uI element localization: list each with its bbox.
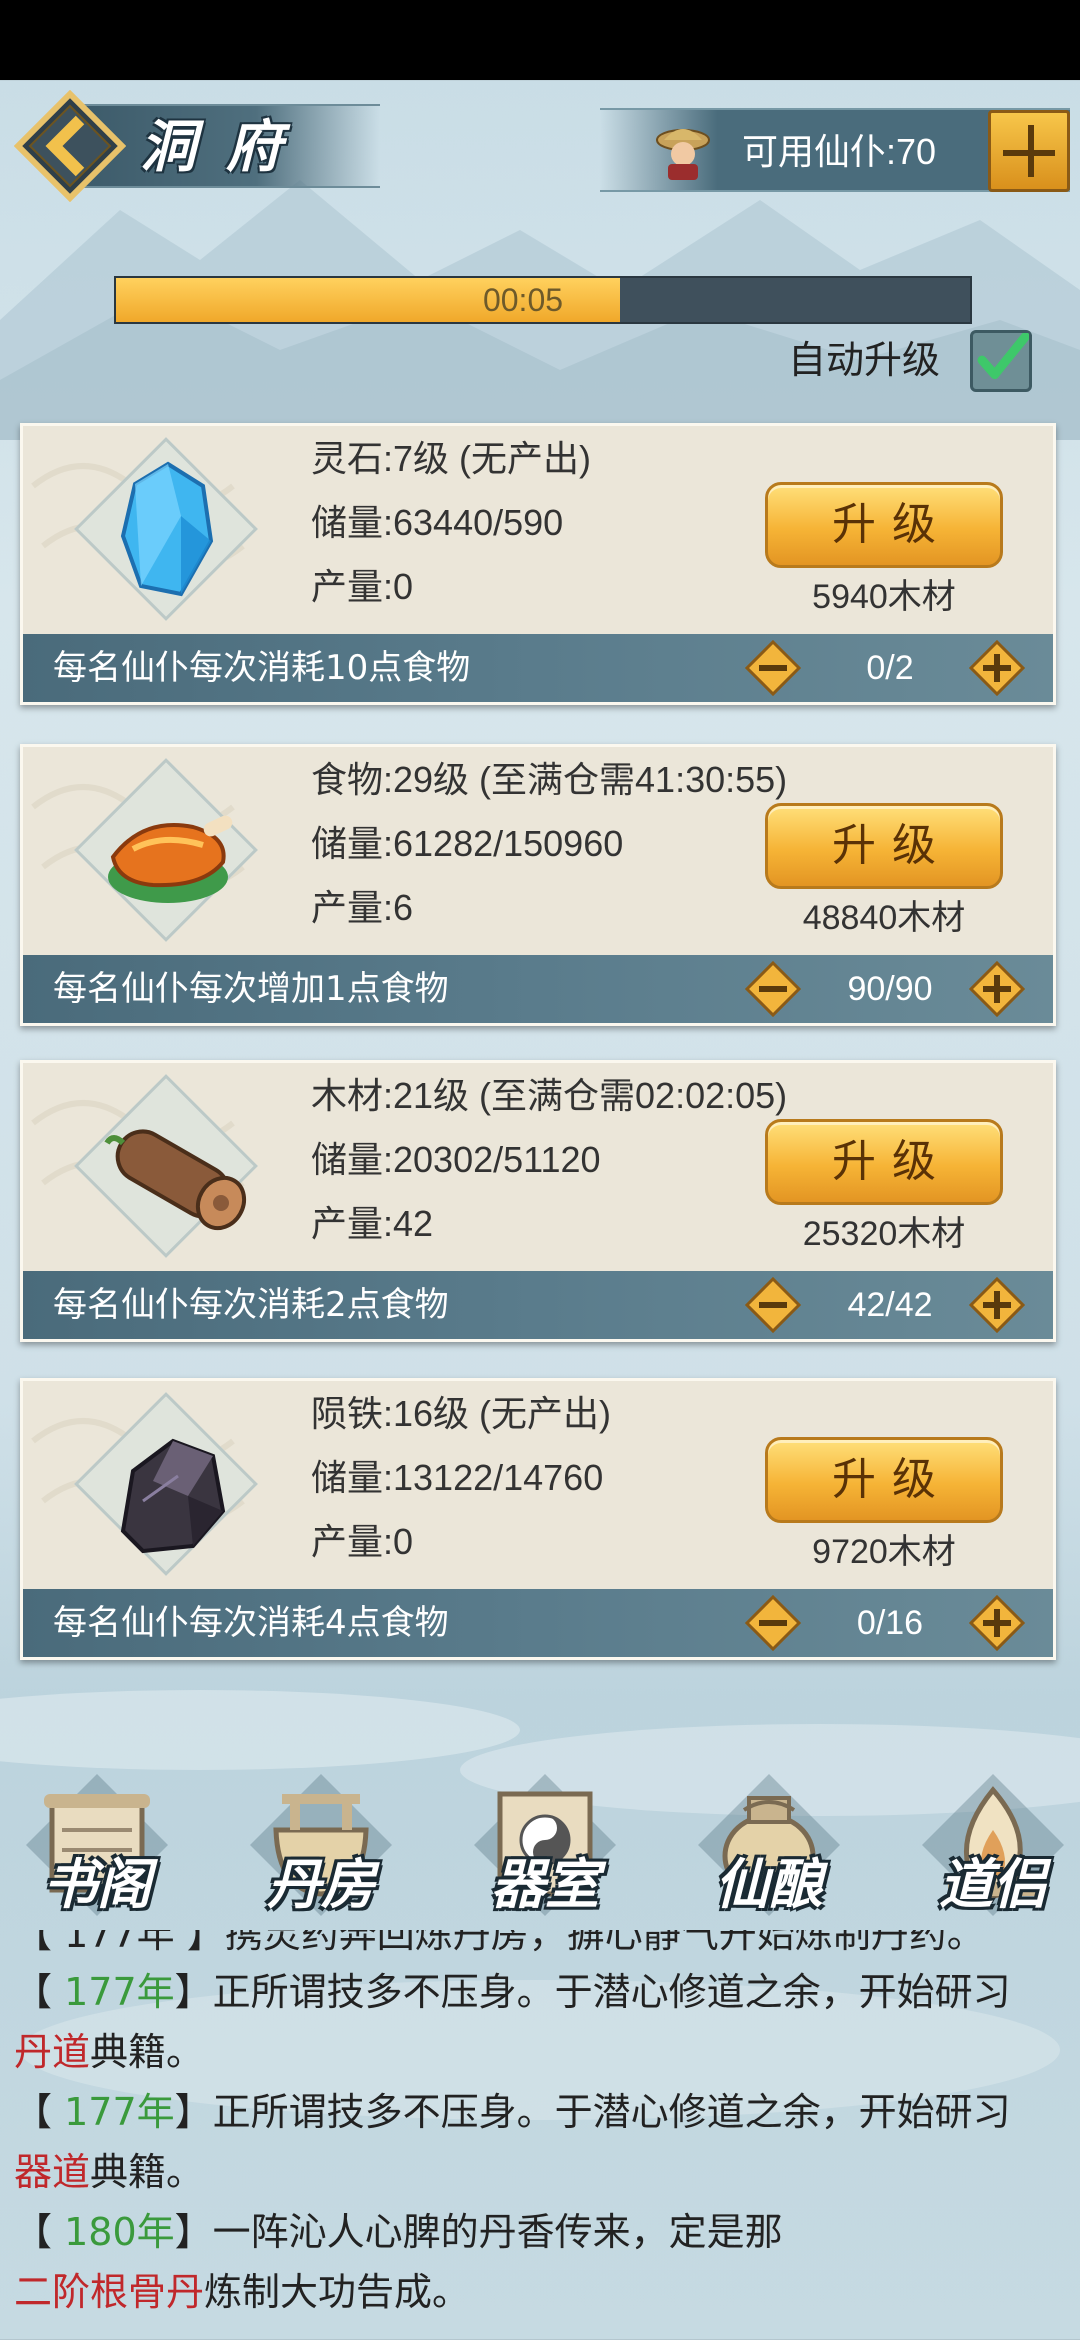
- log-entry-cont: 丹道典籍。: [14, 2022, 1011, 2082]
- page-title: 洞府: [140, 114, 312, 180]
- resource-storage: 储量:13122/14760: [311, 1457, 604, 1498]
- resource-storage: 储量:63440/590: [311, 502, 564, 543]
- progress-time: 00:05: [482, 282, 564, 318]
- servant-assign-count: 42/42: [847, 1286, 933, 1324]
- log-text-end: 典籍。: [90, 2030, 205, 2074]
- resource-output: 产量:6: [311, 887, 414, 928]
- consumption-text: 每名仙仆每次消耗2点食物: [53, 1285, 449, 1325]
- log-highlight: 二阶根骨丹: [14, 2270, 205, 2314]
- minus-button[interactable]: [745, 640, 801, 696]
- nav-label: 丹房: [267, 1852, 375, 1916]
- resource-level: 木材:21级 (至满仓需02:02:05): [311, 1075, 788, 1116]
- resource-output: 产量:0: [311, 1521, 414, 1562]
- upgrade-button[interactable]: 升级: [765, 803, 1003, 889]
- log-text-end: 典籍。: [90, 2150, 205, 2194]
- plus-button[interactable]: [969, 640, 1025, 696]
- nav-label: 器室: [491, 1852, 599, 1916]
- resource-card: 陨铁:16级 (无产出) 储量:13122/14760 产量:0 升级 9720…: [20, 1378, 1056, 1660]
- plus-button[interactable]: [969, 961, 1025, 1017]
- nav-label: 仙酿: [715, 1852, 823, 1916]
- resource-output: 产量:42: [311, 1203, 434, 1244]
- resource-card: 灵石:7级 (无产出) 储量:63440/590 产量:0 升级 5940木材 …: [20, 423, 1056, 705]
- resource-storage: 储量:61282/150960: [311, 823, 624, 864]
- log-highlight: 丹道: [14, 2030, 91, 2074]
- add-servant-button[interactable]: [988, 110, 1070, 192]
- checkmark-icon: [977, 332, 1030, 380]
- plus-button[interactable]: [969, 1595, 1025, 1651]
- log-text: 】一阵沁人心脾的丹香传来，定是那: [174, 2210, 783, 2254]
- servant-assign-count: 0/16: [856, 1604, 924, 1642]
- card-footer: 每名仙仆每次消耗10点食物 0/2: [23, 634, 1053, 702]
- auto-upgrade-label: 自动升级: [788, 338, 941, 382]
- event-log: 【 177年 】携灵药奔回炼丹房，摒心静气开始炼制丹药。 【 177年】正所谓技…: [14, 1930, 1070, 2340]
- spirit-stone-icon: [120, 461, 214, 597]
- log-text-end: 炼制大功告成。: [204, 2270, 471, 2314]
- plus-button[interactable]: [969, 1277, 1025, 1333]
- log-line-cut: 【 177年 】携灵药奔回炼丹房，摒心静气开始炼制丹药。: [14, 1930, 985, 1956]
- consumption-text: 每名仙仆每次增加1点食物: [53, 969, 449, 1009]
- upgrade-button[interactable]: 升级: [765, 1437, 1003, 1523]
- servant-avatar-icon: [656, 129, 710, 180]
- log-entry: 【 177年】正所谓技多不压身。于潜心修道之余，开始研习: [14, 1970, 1011, 2014]
- log-entry: 【 177年】正所谓技多不压身。于潜心修道之余，开始研习: [14, 2090, 1011, 2134]
- upgrade-progress-bar: 00:05: [114, 276, 972, 324]
- upgrade-cost: 5940木材: [812, 578, 956, 616]
- log-year: 180年: [64, 2210, 175, 2254]
- log-entry-cont: 二阶根骨丹炼制大功告成。: [14, 2262, 1011, 2322]
- minus-button[interactable]: [745, 1595, 801, 1651]
- nav-label: 书阁: [43, 1852, 151, 1916]
- upgrade-cost: 48840木材: [802, 899, 966, 937]
- card-footer: 每名仙仆每次消耗2点食物 42/42: [23, 1271, 1053, 1339]
- resource-output: 产量:0: [311, 566, 414, 607]
- upgrade-button[interactable]: 升级: [765, 1119, 1003, 1205]
- consumption-text: 每名仙仆每次消耗10点食物: [53, 648, 471, 688]
- resource-level: 陨铁:16级 (无产出): [311, 1393, 612, 1434]
- nav-label: 道侣: [939, 1852, 1047, 1916]
- card-footer: 每名仙仆每次增加1点食物 90/90: [23, 955, 1053, 1023]
- upgrade-cost: 9720木材: [812, 1533, 956, 1571]
- status-bar: [0, 0, 1080, 80]
- auto-upgrade-checkbox[interactable]: [970, 330, 1032, 392]
- log-highlight: 器道: [14, 2150, 91, 2194]
- minus-button[interactable]: [745, 961, 801, 1017]
- servant-assign-count: 90/90: [847, 970, 933, 1008]
- upgrade-cost: 25320木材: [802, 1215, 966, 1253]
- log-entry: 【 180年】一阵沁人心脾的丹香传来，定是那: [14, 2210, 783, 2254]
- minus-icon: [759, 1302, 787, 1308]
- log-entry-cont: 器道典籍。: [14, 2142, 1011, 2202]
- log-text: 】正所谓技多不压身。于潜心修道之余，开始研习: [174, 2090, 1011, 2134]
- log-text: 】正所谓技多不压身。于潜心修道之余，开始研习: [174, 1970, 1011, 2014]
- food-icon: [108, 815, 233, 903]
- minus-button[interactable]: [745, 1277, 801, 1333]
- resource-level: 灵石:7级 (无产出): [311, 438, 592, 479]
- meteor-iron-icon: [120, 1438, 226, 1554]
- log-year: 177年: [64, 2090, 175, 2134]
- resource-card: 木材:21级 (至满仓需02:02:05) 储量:20302/51120 产量:…: [20, 1060, 1056, 1342]
- resource-level: 食物:29级 (至满仓需41:30:55): [311, 759, 788, 800]
- minus-icon: [759, 1620, 787, 1626]
- consumption-text: 每名仙仆每次消耗4点食物: [53, 1603, 449, 1643]
- servants-count: 可用仙仆:70: [742, 131, 937, 172]
- wood-icon: [104, 1129, 247, 1231]
- minus-icon: [759, 665, 787, 671]
- resource-card: 食物:29级 (至满仓需41:30:55) 储量:61282/150960 产量…: [20, 744, 1056, 1026]
- minus-icon: [759, 986, 787, 992]
- card-footer: 每名仙仆每次消耗4点食物 0/16: [23, 1589, 1053, 1657]
- servant-assign-count: 0/2: [866, 649, 914, 687]
- back-button[interactable]: [14, 90, 126, 202]
- resource-storage: 储量:20302/51120: [311, 1139, 601, 1180]
- log-year: 177年: [64, 1970, 175, 2014]
- upgrade-button[interactable]: 升级: [765, 482, 1003, 568]
